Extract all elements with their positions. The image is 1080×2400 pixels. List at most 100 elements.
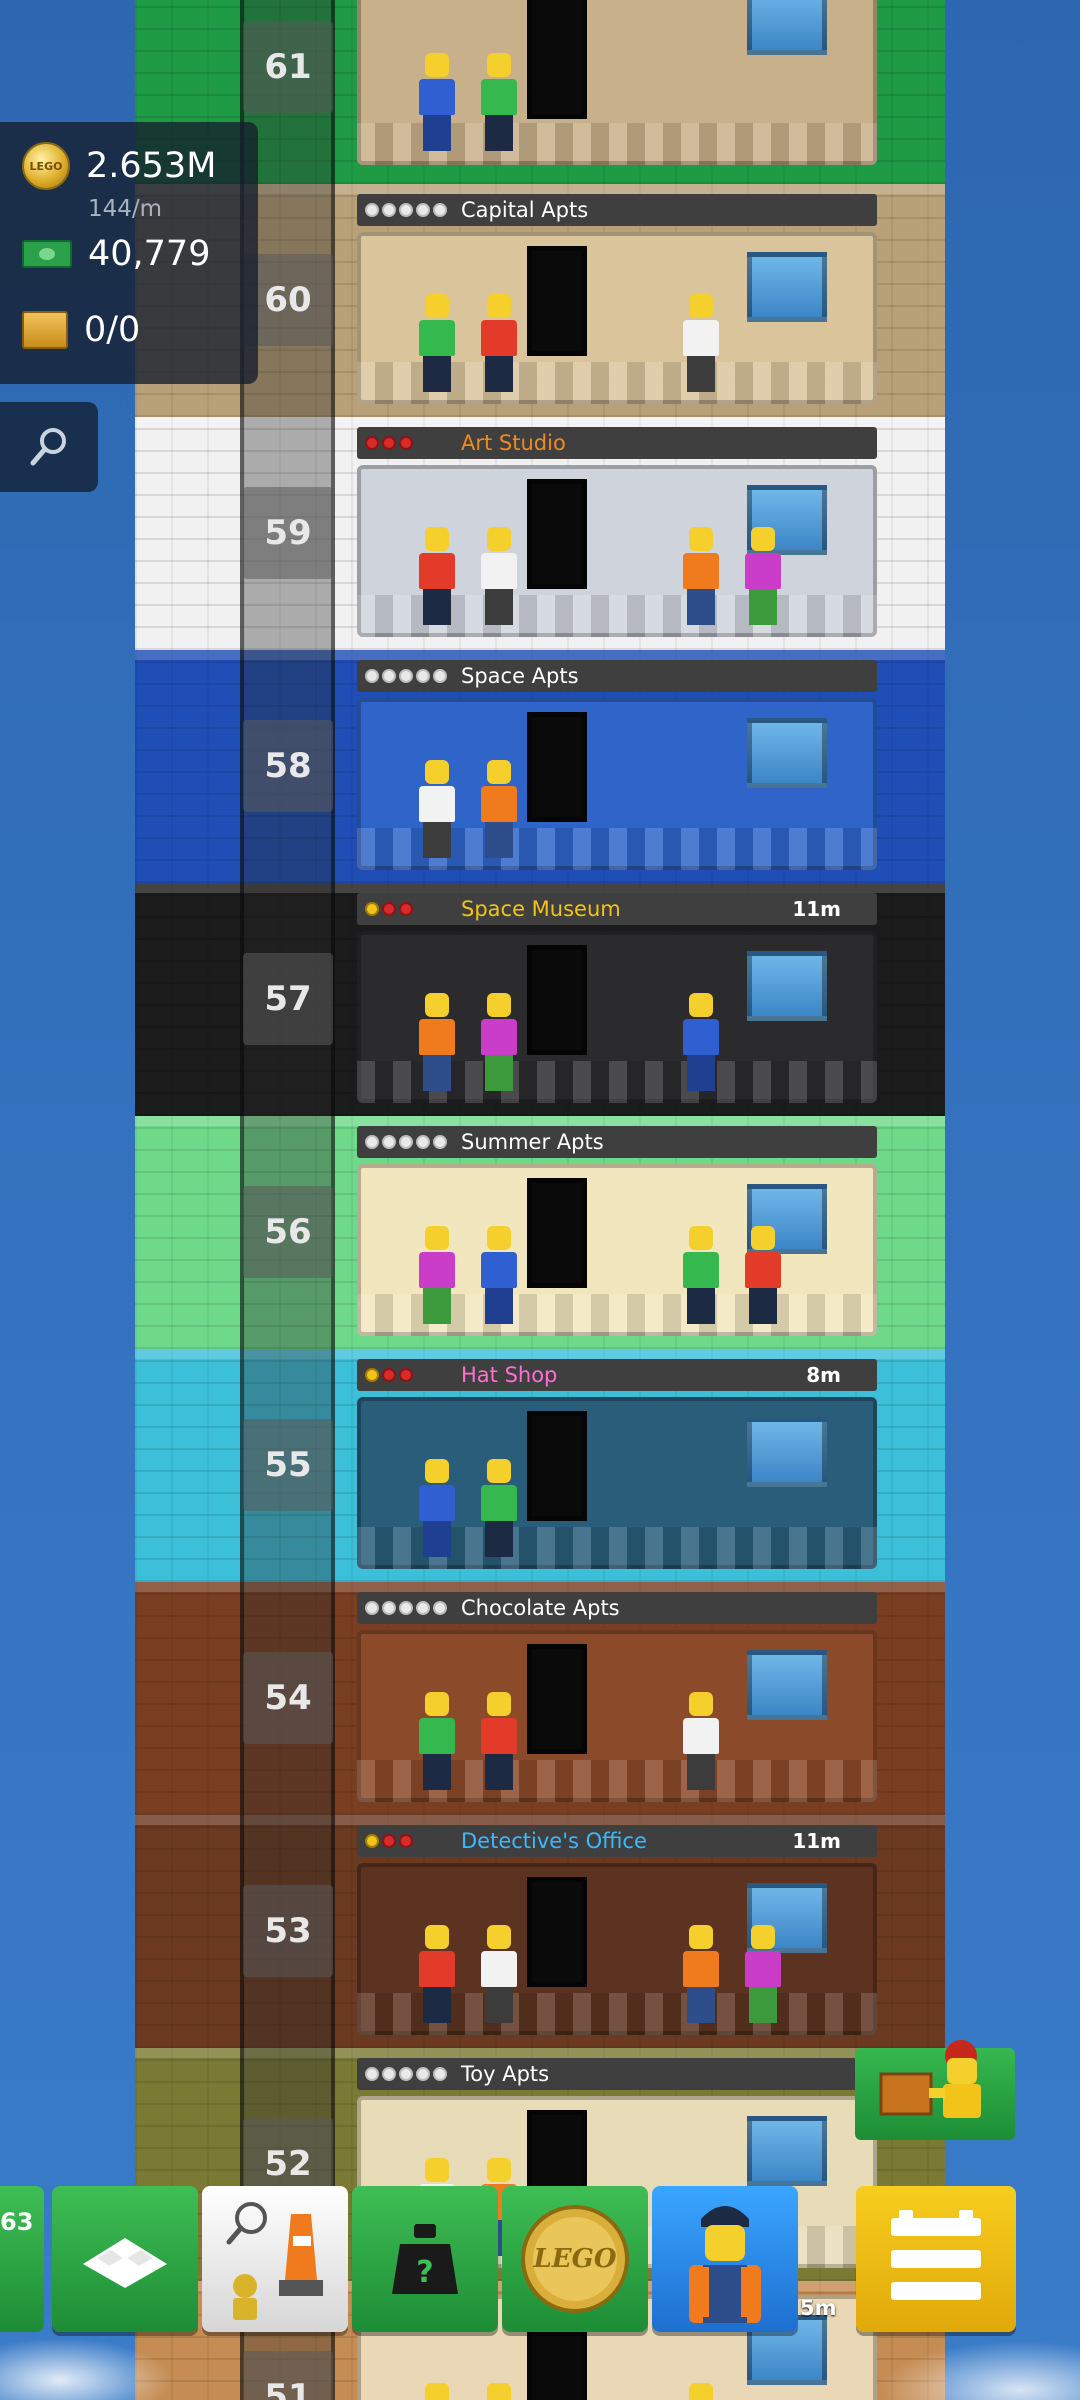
floor-label-bar[interactable]: Space Apts [357, 660, 877, 692]
minifigure[interactable] [417, 1925, 457, 2025]
minifig-legs [423, 822, 451, 858]
minifigure[interactable] [479, 294, 519, 394]
floor-number: 55 [243, 1419, 333, 1511]
minifigure[interactable] [681, 527, 721, 627]
minifigure[interactable] [417, 993, 457, 1093]
star-icon [433, 669, 447, 683]
floor-name: Space Museum [461, 897, 621, 921]
floor-label-bar[interactable]: Chocolate Apts [357, 1592, 877, 1624]
minifigure[interactable] [479, 527, 519, 627]
room-interior[interactable] [357, 1630, 877, 1802]
minifigure[interactable] [479, 1226, 519, 1326]
floor-stars [365, 1368, 461, 1382]
star-icon [365, 1601, 379, 1615]
star-icon [433, 1601, 447, 1615]
minifigure[interactable] [479, 53, 519, 153]
magnifier-icon [30, 428, 66, 466]
game-stage: 61 60 Capital Apts 59 Art Studio 58 Space Apts… [0, 0, 1080, 2400]
lego-coins-shop-button[interactable]: LEGO [502, 2186, 648, 2332]
floor-label-bar[interactable]: Capital Apts [357, 194, 877, 226]
room-interior[interactable] [357, 232, 877, 404]
main-menu-button[interactable] [856, 2186, 1016, 2332]
minifig-legs [423, 1288, 451, 1324]
minifigure[interactable] [479, 760, 519, 860]
star-icon [433, 1135, 447, 1149]
room-interior[interactable] [357, 931, 877, 1103]
minifigure[interactable] [681, 1692, 721, 1792]
star-icon [399, 669, 413, 683]
minifigure[interactable] [417, 527, 457, 627]
worker-minifig-icon [689, 2206, 761, 2323]
minifigure[interactable] [681, 294, 721, 394]
floor-name: Summer Apts [461, 1130, 604, 1154]
minifigure[interactable] [681, 1226, 721, 1326]
minifigure[interactable] [417, 1459, 457, 1559]
floor-stars [365, 1834, 461, 1848]
minifig-head [425, 760, 449, 784]
star-icon [365, 669, 379, 683]
minifigure[interactable] [479, 993, 519, 1093]
floor-label-bar[interactable]: Art Studio [357, 427, 877, 459]
mystery-build-button[interactable]: ? [352, 2186, 498, 2332]
crate-icon [22, 311, 68, 349]
room-door [527, 712, 587, 822]
search-button[interactable] [0, 402, 98, 492]
floor-label-bar[interactable]: Space Museum 11m [357, 893, 877, 925]
minifigure[interactable] [479, 1459, 519, 1559]
floor-56[interactable]: 56 Summer Apts [135, 1116, 945, 1349]
minifigure[interactable] [681, 993, 721, 1093]
lego-coin-text: LEGO [533, 2244, 617, 2274]
room-interior[interactable] [357, 1164, 877, 1336]
minifigure[interactable] [479, 1692, 519, 1792]
minifigure[interactable] [743, 1925, 783, 2025]
floor-label-bar[interactable]: Toy Apts [357, 2058, 877, 2090]
floor-59[interactable]: 59 Art Studio [135, 417, 945, 650]
star-icon [399, 1834, 413, 1848]
build-floor-button[interactable] [52, 2186, 198, 2332]
room-door [527, 1644, 587, 1754]
minifigure[interactable] [681, 1925, 721, 2025]
minifig-torso [419, 786, 455, 822]
room-interior[interactable] [357, 0, 877, 165]
minifig-head [689, 294, 713, 318]
minifig-legs [687, 1288, 715, 1324]
floor-58[interactable]: 58 Space Apts [135, 650, 945, 883]
bitizen-portrait-button[interactable] [652, 2186, 798, 2332]
floor-55[interactable]: 55 Hat Shop 8m [135, 1349, 945, 1582]
minifigure[interactable] [417, 294, 457, 394]
bitizen-timer: 5m [800, 2296, 837, 2320]
minifig-torso [481, 553, 517, 589]
floor-label-bar[interactable]: Hat Shop 8m [357, 1359, 877, 1391]
minifig-legs [749, 589, 777, 625]
minifigure[interactable] [417, 1692, 457, 1792]
floor-label-bar[interactable]: Detective's Office 11m [357, 1825, 877, 1857]
minifigure[interactable] [417, 1226, 457, 1326]
floor-57[interactable]: 57 Space Museum 11m [135, 883, 945, 1116]
minifigure[interactable] [417, 760, 457, 860]
room-interior[interactable] [357, 698, 877, 870]
room-interior[interactable] [357, 1397, 877, 1569]
minifig-head [487, 1459, 511, 1483]
minifig-head [487, 993, 511, 1017]
mystery-icon: ? [392, 2224, 458, 2294]
find-bitizen-button[interactable] [202, 2186, 348, 2332]
room-interior[interactable] [357, 465, 877, 637]
minifig-torso [481, 79, 517, 115]
minifig-legs [423, 115, 451, 151]
floor-53[interactable]: 53 Detective's Office 11m [135, 1815, 945, 2048]
minifig-head [425, 1459, 449, 1483]
minifig-legs [749, 1288, 777, 1324]
floor-label-bar[interactable]: Summer Apts [357, 1126, 877, 1158]
minifigure[interactable] [417, 53, 457, 153]
minifigure[interactable] [743, 1226, 783, 1326]
floor-number: 61 [243, 21, 333, 113]
star-icon [416, 669, 430, 683]
floor-54[interactable]: 54 Chocolate Apts [135, 1582, 945, 1815]
left-partial-button[interactable]: 63 [0, 2186, 44, 2332]
bitizen-delivery-button[interactable] [855, 2040, 1015, 2140]
star-icon [365, 436, 379, 450]
crates-value: 0/0 [84, 310, 141, 350]
minifigure[interactable] [743, 527, 783, 627]
room-interior[interactable] [357, 1863, 877, 2035]
minifigure[interactable] [479, 1925, 519, 2025]
